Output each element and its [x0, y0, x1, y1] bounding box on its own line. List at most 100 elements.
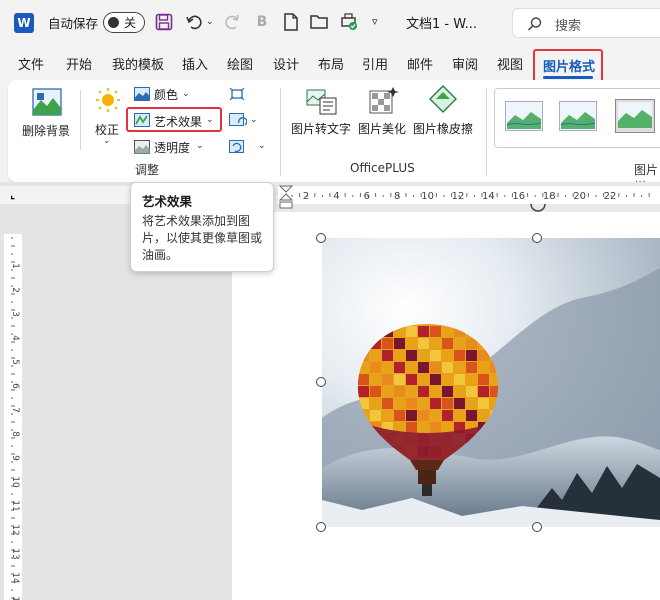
- print-preview-icon[interactable]: [339, 12, 359, 32]
- transparency-icon: [134, 140, 150, 154]
- remove-background-icon[interactable]: [32, 88, 62, 116]
- balloon-pattern-tile: [406, 410, 417, 421]
- artistic-effects-icon: [134, 113, 150, 127]
- balloon-pattern-tile: [394, 386, 405, 397]
- balloon-pattern-tile: [442, 362, 453, 373]
- picture-beautify-label[interactable]: 图片美化: [358, 120, 406, 137]
- ruler-label: 8: [10, 431, 20, 437]
- balloon-pattern-tile: [370, 386, 381, 397]
- transparency-label[interactable]: 透明度: [154, 139, 190, 156]
- resize-handle-w[interactable]: [316, 377, 326, 387]
- balloon-pattern-tile: [358, 386, 369, 397]
- artistic-effects-label[interactable]: 艺术效果: [154, 113, 202, 130]
- picture-eraser-label[interactable]: 图片橡皮擦: [413, 120, 473, 137]
- ribbon: 删除背景 校正 ⌄ 颜色 ⌄ 艺术效果 ⌄ 透明度 ⌄ ⌄ ⌄ 调整 图片转文字…: [8, 80, 660, 194]
- tab-mailings[interactable]: 邮件: [407, 54, 433, 73]
- bold-icon[interactable]: B: [252, 12, 272, 32]
- search-box[interactable]: 搜索: [512, 8, 660, 38]
- resize-handle-nw[interactable]: [316, 233, 326, 243]
- tab-insert[interactable]: 插入: [182, 54, 208, 73]
- balloon-pattern-tile: [370, 410, 381, 421]
- resize-handle-sw[interactable]: [316, 522, 326, 532]
- undo-dropdown-icon[interactable]: ⌄: [206, 17, 214, 27]
- picture-eraser-icon[interactable]: [428, 84, 458, 116]
- balloon-picture[interactable]: [322, 238, 660, 527]
- reset-picture-dropdown-icon[interactable]: ⌄: [258, 141, 266, 151]
- ruler-ticks: 123456789101112131415: [10, 237, 20, 600]
- corrections-dropdown-icon[interactable]: ⌄: [103, 136, 111, 146]
- new-doc-icon[interactable]: [281, 12, 301, 32]
- balloon-pattern-tile: [454, 374, 465, 385]
- tab-review[interactable]: 审阅: [452, 54, 478, 73]
- indent-markers[interactable]: [278, 182, 294, 212]
- ruler-label: 13: [10, 548, 20, 559]
- balloon-pattern-tile: [430, 398, 441, 409]
- tab-layout[interactable]: 布局: [318, 54, 344, 73]
- balloon-pattern-tile: [430, 362, 441, 373]
- balloon-pattern-tile: [406, 326, 417, 337]
- picture-style-thumb[interactable]: [505, 101, 543, 131]
- balloon-pattern-tile: [394, 374, 405, 385]
- redo-icon[interactable]: [222, 12, 242, 32]
- title-bar: W 自动保存 关 ⌄ B ▿ 文档1 - W... 搜索: [0, 0, 660, 46]
- artistic-effects-dropdown-icon[interactable]: ⌄: [206, 115, 214, 125]
- color-icon: [134, 87, 150, 101]
- ruler-label: 5: [10, 359, 20, 365]
- ruler-label: 22: [604, 191, 617, 202]
- vertical-ruler[interactable]: 123456789101112131415: [4, 234, 22, 600]
- picture-styles-gallery[interactable]: [494, 88, 660, 148]
- change-picture-icon[interactable]: [229, 113, 247, 129]
- tab-references[interactable]: 引用: [362, 54, 388, 73]
- active-tab-underline: [543, 76, 593, 79]
- vertical-ruler-margin: [4, 204, 22, 234]
- corrections-icon[interactable]: [94, 86, 122, 116]
- balloon-pattern-tile: [370, 362, 381, 373]
- reset-picture-icon[interactable]: [229, 140, 247, 156]
- transparency-dropdown-icon[interactable]: ⌄: [196, 141, 204, 151]
- picture-beautify-icon[interactable]: [369, 86, 399, 116]
- tab-design[interactable]: 设计: [273, 54, 299, 73]
- balloon-pattern-tile: [382, 350, 393, 361]
- change-picture-dropdown-icon[interactable]: ⌄: [250, 115, 258, 125]
- balloon-pattern-tile: [466, 350, 477, 361]
- tab-view[interactable]: 视图: [497, 54, 523, 73]
- compress-pictures-icon[interactable]: [229, 87, 245, 101]
- balloon-pattern-tile: [382, 374, 393, 385]
- tab-my-templates[interactable]: 我的模板: [112, 54, 164, 73]
- balloon-pattern-tile: [478, 386, 489, 397]
- picture-style-thumb[interactable]: [559, 101, 597, 131]
- search-icon: [527, 17, 542, 31]
- open-folder-icon[interactable]: [310, 12, 330, 32]
- undo-icon[interactable]: [184, 12, 204, 32]
- balloon-pattern-tile: [478, 398, 489, 409]
- balloon-pattern-tile: [430, 374, 441, 385]
- tab-stop-selector[interactable]: ⌞: [10, 188, 15, 201]
- balloon-pattern-tile: [418, 338, 429, 349]
- resize-handle-s[interactable]: [532, 522, 542, 532]
- picture-to-text-label[interactable]: 图片转文字: [291, 120, 351, 137]
- horizontal-ruler[interactable]: 2 4 6 8 10 12 14 16 18 20 22: [278, 186, 660, 204]
- balloon-pattern-tile: [394, 338, 405, 349]
- tab-home[interactable]: 开始: [66, 54, 92, 73]
- ruler-label: 12: [452, 191, 465, 202]
- color-label[interactable]: 颜色: [154, 86, 178, 103]
- resize-handle-n[interactable]: [532, 233, 542, 243]
- picture-style-thumb[interactable]: [615, 99, 655, 133]
- ruler-label: 2: [10, 287, 20, 293]
- rotate-handle-icon[interactable]: [528, 202, 548, 216]
- tab-file[interactable]: 文件: [18, 54, 44, 73]
- ruler-label: 15: [10, 596, 20, 600]
- balloon-pattern-tile: [454, 350, 465, 361]
- ribbon-separator: [280, 88, 281, 176]
- tab-draw[interactable]: 绘图: [227, 54, 253, 73]
- balloon-pattern-tile: [418, 326, 429, 337]
- tab-picture-format[interactable]: 图片格式: [533, 49, 603, 82]
- balloon-pattern-tile: [442, 338, 453, 349]
- ruler-label: 16: [512, 191, 525, 202]
- picture-to-text-icon[interactable]: [306, 86, 338, 116]
- autosave-toggle[interactable]: 关: [103, 12, 145, 33]
- color-dropdown-icon[interactable]: ⌄: [182, 89, 190, 99]
- customize-toolbar-icon[interactable]: ▿: [372, 15, 378, 28]
- save-icon[interactable]: [154, 12, 174, 32]
- remove-background-label[interactable]: 删除背景: [22, 122, 70, 139]
